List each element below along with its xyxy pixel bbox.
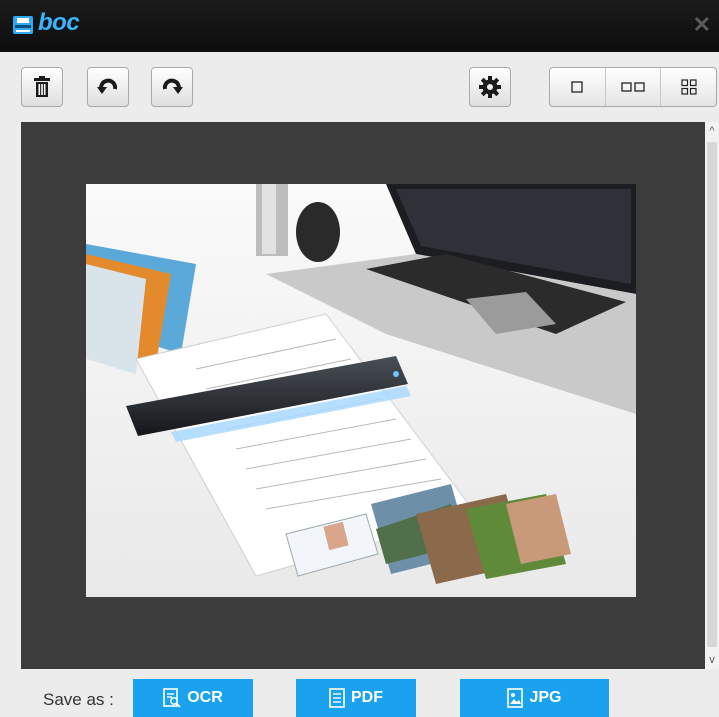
- view-mode-group: [549, 67, 717, 107]
- trash-icon: [34, 76, 50, 97]
- scanner-icon: [13, 16, 33, 34]
- scroll-down-icon[interactable]: v: [705, 653, 719, 667]
- ocr-icon: [163, 688, 181, 708]
- scroll-up-icon[interactable]: ^: [705, 124, 719, 138]
- app-title: boc: [38, 9, 80, 36]
- delete-button[interactable]: [21, 67, 63, 107]
- settings-button[interactable]: [469, 67, 511, 107]
- close-icon[interactable]: ✕: [693, 14, 711, 36]
- pdf-label: PDF: [351, 689, 383, 706]
- title-bar: boc ✕: [0, 0, 719, 52]
- save-pdf-button[interactable]: PDF: [296, 679, 416, 717]
- grid-view-icon: [681, 79, 697, 95]
- single-view-button[interactable]: [550, 68, 606, 106]
- double-view-button[interactable]: [606, 68, 662, 106]
- save-as-label: Save as :: [43, 690, 114, 709]
- save-ocr-button[interactable]: OCR: [133, 679, 253, 717]
- jpg-label: JPG: [529, 689, 562, 706]
- grid-view-button[interactable]: [661, 68, 716, 106]
- vertical-scrollbar[interactable]: ^ v: [705, 122, 719, 669]
- single-page-icon: [571, 81, 583, 93]
- two-page-icon: [621, 82, 645, 92]
- save-jpg-button[interactable]: JPG: [460, 679, 609, 717]
- scroll-thumb[interactable]: [707, 142, 717, 647]
- preview-area: [21, 122, 705, 669]
- rotate-cw-icon: [162, 78, 183, 94]
- toolbar: [0, 52, 719, 122]
- scanned-image[interactable]: [86, 184, 636, 597]
- rotate-ccw-icon: [97, 78, 118, 94]
- gear-icon: [479, 76, 501, 98]
- save-bar: Save as : OCR PDF JPG: [0, 669, 719, 717]
- pdf-icon: [329, 688, 345, 708]
- jpg-icon: [507, 688, 524, 708]
- rotate-right-button[interactable]: [151, 67, 193, 107]
- ocr-label: OCR: [187, 689, 223, 706]
- rotate-left-button[interactable]: [87, 67, 129, 107]
